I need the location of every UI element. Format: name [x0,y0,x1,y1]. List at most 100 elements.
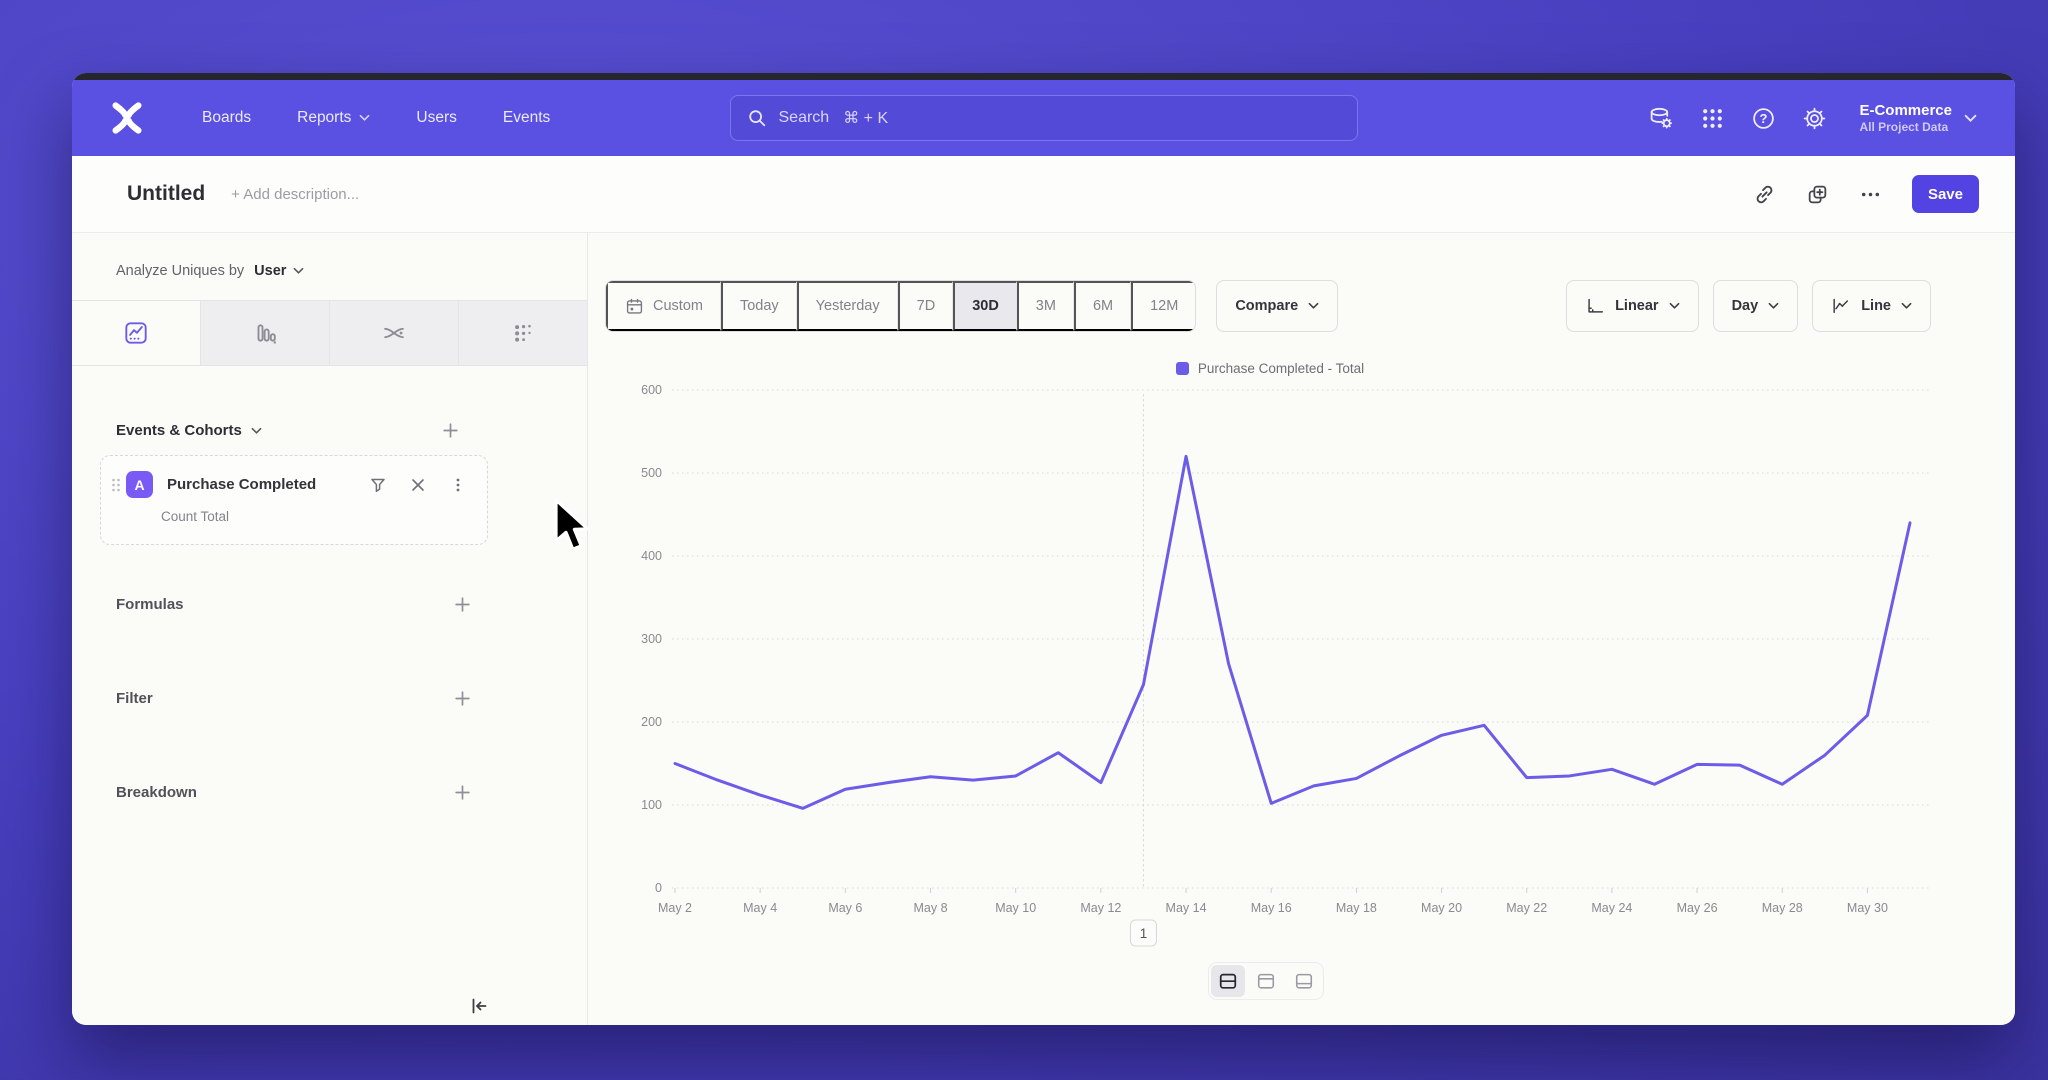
remove-event-icon[interactable] [409,476,427,494]
add-description-field[interactable]: + Add description... [231,186,359,203]
nav-link-reports[interactable]: Reports [297,109,370,127]
svg-text:200: 200 [641,715,662,729]
save-button[interactable]: Save [1912,175,1979,213]
header-actions: Save [1753,175,1979,213]
legend-label: Purchase Completed - Total [1198,361,1364,376]
date-range-custom[interactable]: Custom [606,281,721,331]
day-dropdown[interactable]: Day [1713,280,1799,332]
chevron-down-icon [1901,302,1912,310]
settings-gear-icon[interactable] [1802,106,1827,131]
view-buttons: Linear Day Line [1566,280,1931,332]
event-name[interactable]: Purchase Completed [167,476,316,493]
mixpanel-logo-icon[interactable] [110,101,144,135]
add-event-button[interactable] [441,421,460,440]
svg-text:May 14: May 14 [1166,901,1207,915]
chevron-down-icon [1669,302,1680,310]
chevron-down-icon [251,427,262,435]
date-range-30d[interactable]: 30D [953,281,1017,331]
svg-text:0: 0 [655,881,662,895]
report-header-row: Untitled + Add description... [72,156,2015,233]
date-range-label: 7D [917,298,936,314]
date-range-label: 30D [972,298,999,314]
layout-split-middle-toggle[interactable] [1211,965,1245,997]
axis-icon [1585,296,1605,316]
svg-text:600: 600 [641,383,662,397]
date-range-label: Today [740,298,779,314]
content-area: Analyze Uniques by User Events & Cohorts [72,233,2015,1025]
duplicate-icon[interactable] [1806,183,1829,206]
date-range-12m[interactable]: 12M [1131,281,1195,331]
add-filter-button[interactable] [453,689,472,708]
events-cohorts-label[interactable]: Events & Cohorts [116,422,242,439]
insights-icon [123,320,149,346]
date-range-today[interactable]: Today [721,281,797,331]
svg-text:May 6: May 6 [828,901,862,915]
line-dropdown[interactable]: Line [1812,280,1931,332]
search-placeholder: Search [779,109,830,127]
nav-link-users[interactable]: Users [416,109,456,127]
drag-handle-icon[interactable] [109,476,123,494]
chevron-down-icon [293,267,304,275]
add-formulas-button[interactable] [453,595,472,614]
date-range-6m[interactable]: 6M [1074,281,1131,331]
add-breakdown-button[interactable] [453,783,472,802]
linear-dropdown[interactable]: Linear [1566,280,1699,332]
apps-grid-icon[interactable] [1700,106,1725,131]
layout-toggle-group [1208,962,1324,1000]
svg-text:May 12: May 12 [1080,901,1121,915]
chart-legend[interactable]: Purchase Completed - Total [600,361,1940,376]
analyze-value-dropdown[interactable]: User [254,263,286,279]
tab-bar-chart[interactable] [201,301,330,365]
chart-controls-row: Custom Today Yesterday 7D 30D 3M 6M 12M Compare… [605,280,1931,332]
window-chrome-strip [72,73,2015,80]
collapse-sidebar-icon[interactable] [468,995,490,1017]
svg-text:May 26: May 26 [1677,901,1718,915]
tab-insights[interactable] [72,301,201,365]
nav-link-label: Events [503,109,550,127]
date-range-label: 3M [1036,298,1056,314]
line-chart[interactable]: 0100200300400500600May 2May 4May 6May 8M… [600,380,1940,960]
copy-link-icon[interactable] [1753,183,1776,206]
app-window: Boards Reports Users Events Search ⌘ + K [72,73,2015,1025]
nav-link-label: Users [416,109,456,127]
tab-flows[interactable] [330,301,459,365]
help-icon[interactable]: ? [1751,106,1776,131]
search-input[interactable]: Search ⌘ + K [730,95,1358,141]
nav-link-boards[interactable]: Boards [202,109,251,127]
event-card-row: A Purchase Completed [101,471,487,498]
filter-funnel-icon[interactable] [369,476,387,494]
annotation-marker[interactable]: 1 [1130,920,1156,946]
date-range-7d[interactable]: 7D [898,281,954,331]
event-aggregation[interactable]: Count Total [161,509,229,524]
date-range-label: Yesterday [816,298,880,314]
bar-chart-icon [252,320,278,346]
nav-link-events[interactable]: Events [503,109,550,127]
tab-retention[interactable] [459,301,587,365]
kebab-menu-icon[interactable] [449,476,467,494]
date-range-yesterday[interactable]: Yesterday [797,281,898,331]
layout-panel-bottom-toggle[interactable] [1287,965,1321,997]
analyze-uniques-row: Analyze Uniques by User [116,263,304,279]
svg-text:May 8: May 8 [913,901,947,915]
compare-button[interactable]: Compare [1216,280,1338,332]
svg-text:May 30: May 30 [1847,901,1888,915]
section-label: Filter [116,690,153,707]
chevron-down-icon [359,114,370,122]
line-chart-icon [1831,296,1851,316]
svg-text:May 28: May 28 [1762,901,1803,915]
retention-icon [510,320,536,346]
search-shortcut: ⌘ + K [843,108,888,128]
data-management-icon[interactable] [1649,106,1674,131]
more-options-icon[interactable] [1859,183,1882,206]
layout-panel-bottom-icon [1294,971,1314,991]
report-title[interactable]: Untitled [127,182,205,206]
svg-text:May 20: May 20 [1421,901,1462,915]
date-range-label: 6M [1093,298,1113,314]
layout-panel-top-toggle[interactable] [1249,965,1283,997]
event-card[interactable]: A Purchase Completed [100,455,488,545]
project-switcher[interactable]: E-Commerce All Project Data [1859,102,1977,135]
date-range-3m[interactable]: 3M [1017,281,1074,331]
svg-text:400: 400 [641,549,662,563]
chart-type-tab-strip [72,300,587,366]
query-builder-sidebar: Analyze Uniques by User Events & Cohorts [72,233,588,1025]
